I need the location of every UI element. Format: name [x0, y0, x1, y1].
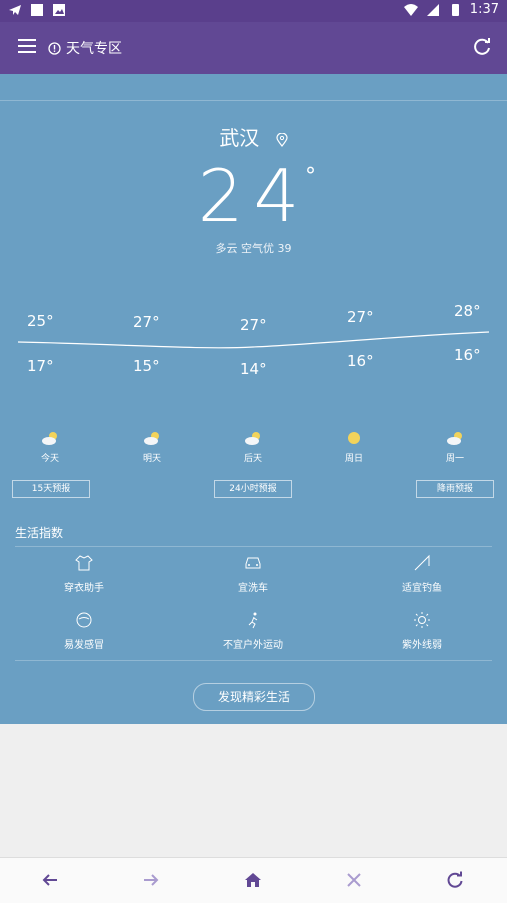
high-temp-day-2: 27°	[133, 313, 160, 331]
car-icon	[245, 557, 261, 569]
partly-cloudy-icon	[245, 432, 260, 445]
high-temp-day-5: 28°	[454, 302, 481, 320]
forward-arrow-icon[interactable]	[141, 870, 161, 890]
rain-forecast-button[interactable]: 降雨预报	[416, 480, 494, 498]
current-temperature: 24	[197, 154, 310, 238]
info-icon	[48, 41, 61, 55]
forecast-day-label: 周日	[344, 454, 363, 464]
life-item-sports[interactable]: 不宜户外运动	[183, 611, 323, 651]
degree-symbol: °	[305, 164, 316, 189]
life-item-label: 适宜钓鱼	[402, 583, 442, 594]
forecast-day[interactable]: 周一	[425, 430, 485, 464]
home-icon[interactable]	[243, 870, 263, 890]
shirt-icon	[75, 555, 93, 571]
life-item-carwash[interactable]: 宜洗车	[183, 554, 323, 594]
forecast-day-label: 明天	[142, 454, 161, 464]
battery-icon	[451, 3, 459, 16]
telegram-icon	[9, 5, 21, 15]
status-right: 1:37	[403, 2, 499, 17]
refresh-icon[interactable]	[471, 36, 493, 58]
life-item-cold[interactable]: 易发感冒	[14, 611, 154, 651]
forecast-day-label: 后天	[243, 454, 262, 464]
fishing-rod-icon	[414, 554, 430, 571]
forecast-day-label: 周一	[445, 454, 464, 464]
status-time: 1:37	[469, 2, 499, 17]
low-temp-day-4: 16°	[347, 352, 374, 370]
signal-icon	[426, 3, 439, 16]
low-temp-day-3: 14°	[240, 360, 267, 378]
menu-icon[interactable]	[18, 39, 36, 55]
temperature-trend: 25° 27° 27° 27° 28° 17° 15° 14° 16° 16°	[0, 294, 507, 384]
location-pin-icon[interactable]	[276, 132, 288, 147]
page-title: 天气专区	[66, 41, 122, 57]
close-icon[interactable]	[344, 870, 364, 890]
forecast-day[interactable]: 明天	[122, 430, 182, 464]
high-temp-day-4: 27°	[347, 308, 374, 326]
high-temp-day-1: 25°	[27, 312, 54, 330]
life-item-uv[interactable]: 紫外线弱	[352, 611, 492, 651]
life-item-label: 不宜户外运动	[223, 640, 283, 651]
forecast-day[interactable]: 后天	[223, 430, 283, 464]
life-item-label: 易发感冒	[64, 640, 104, 651]
life-item-label: 穿衣助手	[64, 583, 104, 594]
high-temp-day-3: 27°	[240, 316, 267, 334]
partly-cloudy-icon	[42, 432, 57, 445]
life-item-fishing[interactable]: 适宜钓鱼	[352, 554, 492, 594]
city-name: 武汉	[219, 126, 260, 150]
weather-panel: 武汉 24 ° 多云 空气优 39 25° 27° 27° 27° 28° 17…	[0, 74, 507, 724]
life-item-label: 紫外线弱	[402, 640, 442, 651]
partly-cloudy-icon	[447, 432, 462, 445]
life-item-dressing[interactable]: 穿衣助手	[14, 554, 154, 594]
sun-outline-icon	[414, 612, 430, 628]
square-app-icon	[31, 4, 43, 16]
forecast-day[interactable]: 周日	[324, 430, 384, 464]
status-left-icons	[8, 3, 66, 17]
life-index-title: 生活指数	[15, 526, 64, 540]
divider	[0, 100, 507, 101]
page-title-group: 天气专区	[48, 38, 122, 58]
15-day-forecast-button[interactable]: 15天预报	[12, 480, 90, 498]
wifi-icon	[403, 3, 418, 16]
life-item-label: 宜洗车	[238, 583, 268, 594]
low-temp-day-1: 17°	[27, 357, 54, 375]
running-icon	[248, 612, 258, 629]
low-temp-day-2: 15°	[133, 357, 160, 375]
app-bar: 天气专区	[0, 22, 507, 74]
city-row: 武汉	[0, 122, 507, 151]
status-bar: 1:37	[0, 0, 507, 22]
forecast-day-label: 今天	[40, 454, 59, 464]
sun-icon	[348, 432, 360, 444]
bottom-navigation	[0, 857, 507, 903]
back-arrow-icon[interactable]	[40, 870, 60, 890]
face-mask-icon	[76, 612, 92, 628]
refresh-icon[interactable]	[445, 870, 465, 890]
forecast-day[interactable]: 今天	[20, 430, 80, 464]
divider	[15, 546, 492, 547]
photo-app-icon	[53, 4, 65, 16]
divider	[15, 660, 492, 661]
weather-condition: 多云 空气优 39	[215, 242, 292, 255]
discover-button[interactable]: 发现精彩生活	[193, 683, 315, 711]
partly-cloudy-icon	[144, 432, 159, 445]
24-hour-forecast-button[interactable]: 24小时预报	[214, 480, 292, 498]
low-temp-day-5: 16°	[454, 346, 481, 364]
